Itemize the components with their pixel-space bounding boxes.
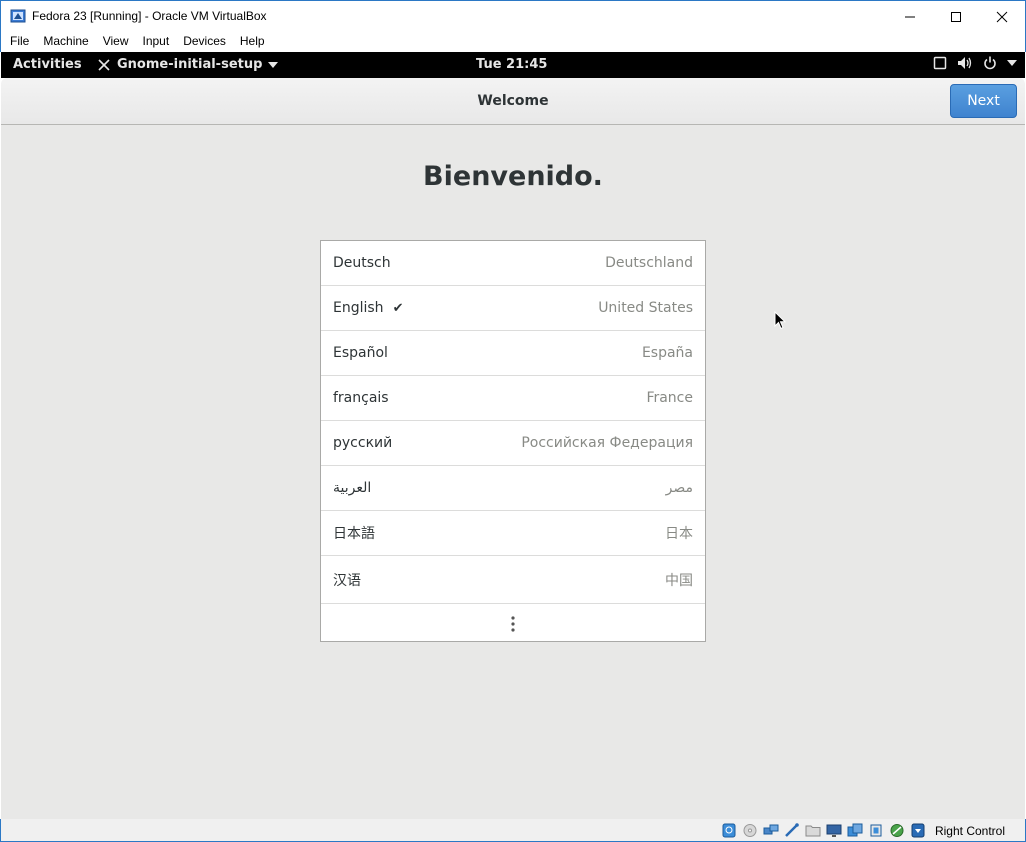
- language-name: русский: [333, 435, 393, 451]
- network-icon[interactable]: [763, 823, 779, 838]
- language-name: العربية: [333, 480, 372, 496]
- language-name: 汉语: [333, 572, 361, 589]
- language-name: English: [333, 300, 384, 316]
- language-row[interactable]: 日本語 日本: [321, 511, 705, 556]
- menu-input[interactable]: Input: [136, 31, 177, 52]
- gnome-top-bar: Activities Gnome-initial-setup Tue 21:45: [1, 52, 1025, 78]
- menu-devices[interactable]: Devices: [176, 31, 233, 52]
- language-country: United States: [598, 300, 693, 316]
- maximize-button[interactable]: [933, 1, 979, 32]
- language-name: français: [333, 390, 389, 406]
- video-capture-icon[interactable]: [847, 823, 863, 838]
- shared-folders-icon[interactable]: [805, 823, 821, 838]
- next-button[interactable]: Next: [950, 84, 1017, 118]
- clock[interactable]: Tue 21:45: [476, 57, 547, 72]
- language-country: España: [641, 345, 693, 361]
- app-menu[interactable]: Gnome-initial-setup: [97, 57, 279, 72]
- minimize-button[interactable]: [887, 1, 933, 32]
- more-languages-button[interactable]: [321, 604, 705, 644]
- language-country: 中国: [665, 572, 693, 589]
- language-country: Deutschland: [605, 255, 693, 271]
- mouse-integration-icon[interactable]: [910, 823, 926, 838]
- language-row[interactable]: Deutsch Deutschland: [321, 241, 705, 286]
- optical-drive-icon[interactable]: [742, 823, 758, 838]
- language-row[interactable]: русский Российская Федерация: [321, 421, 705, 466]
- language-country: Российская Федерация: [521, 435, 693, 451]
- app-menu-label: Gnome-initial-setup: [117, 57, 263, 72]
- welcome-heading: Bienvenido.: [423, 161, 603, 192]
- view-more-icon: [511, 616, 515, 632]
- language-list[interactable]: Deutsch Deutschland English ✔ United Sta…: [320, 240, 706, 642]
- host-menubar: File Machine View Input Devices Help: [0, 31, 1026, 52]
- display-icon[interactable]: [826, 823, 842, 838]
- dropdown-arrow-icon: [268, 61, 279, 68]
- power-icon: [984, 56, 996, 70]
- setup-header-bar: Welcome Next: [1, 78, 1025, 125]
- close-button[interactable]: [979, 1, 1025, 32]
- mouse-pointer-icon: [774, 311, 786, 330]
- virtualization-icon[interactable]: [889, 823, 905, 838]
- host-statusbar: Right Control: [0, 819, 1026, 842]
- language-name: Deutsch: [333, 255, 391, 271]
- language-row[interactable]: français France: [321, 376, 705, 421]
- host-key-label: Right Control: [934, 823, 1005, 838]
- window-controls: [887, 1, 1025, 32]
- tools-icon: [98, 58, 110, 71]
- menu-machine[interactable]: Machine: [36, 31, 95, 52]
- close-icon: [996, 11, 1008, 22]
- language-row[interactable]: العربية مصر: [321, 466, 705, 511]
- minimize-icon: [905, 16, 915, 17]
- activities-button[interactable]: Activities: [13, 57, 82, 72]
- volume-icon: [958, 57, 972, 69]
- hard-disk-icon[interactable]: [721, 823, 737, 838]
- checkmark-icon: ✔: [392, 300, 404, 316]
- system-menu[interactable]: [933, 56, 1017, 70]
- language-country: مصر: [665, 480, 693, 496]
- cpu-icon[interactable]: [868, 823, 884, 838]
- language-country: 日本: [665, 526, 693, 542]
- language-row[interactable]: English ✔ United States: [321, 286, 705, 331]
- host-titlebar: Fedora 23 [Running] - Oracle VM VirtualB…: [0, 0, 1026, 31]
- setup-content: Bienvenido. Deutsch Deutschland English …: [1, 125, 1025, 819]
- status-indicators: Right Control: [721, 823, 1005, 838]
- language-name: 日本語: [333, 526, 375, 542]
- dropdown-arrow-icon: [1007, 60, 1017, 66]
- menu-view[interactable]: View: [96, 31, 136, 52]
- usb-icon[interactable]: [784, 823, 800, 838]
- maximize-icon: [951, 11, 961, 22]
- screen-icon: [933, 56, 947, 70]
- virtualbox-app-icon: [10, 9, 26, 23]
- menu-help[interactable]: Help: [233, 31, 272, 52]
- window-title: Fedora 23 [Running] - Oracle VM VirtualB…: [32, 9, 267, 23]
- menu-file[interactable]: File: [1, 31, 36, 52]
- language-name: Español: [333, 345, 388, 361]
- language-country: France: [646, 390, 693, 406]
- language-row[interactable]: Español España: [321, 331, 705, 376]
- page-title: Welcome: [477, 93, 549, 109]
- language-row[interactable]: 汉语 中国: [321, 556, 705, 604]
